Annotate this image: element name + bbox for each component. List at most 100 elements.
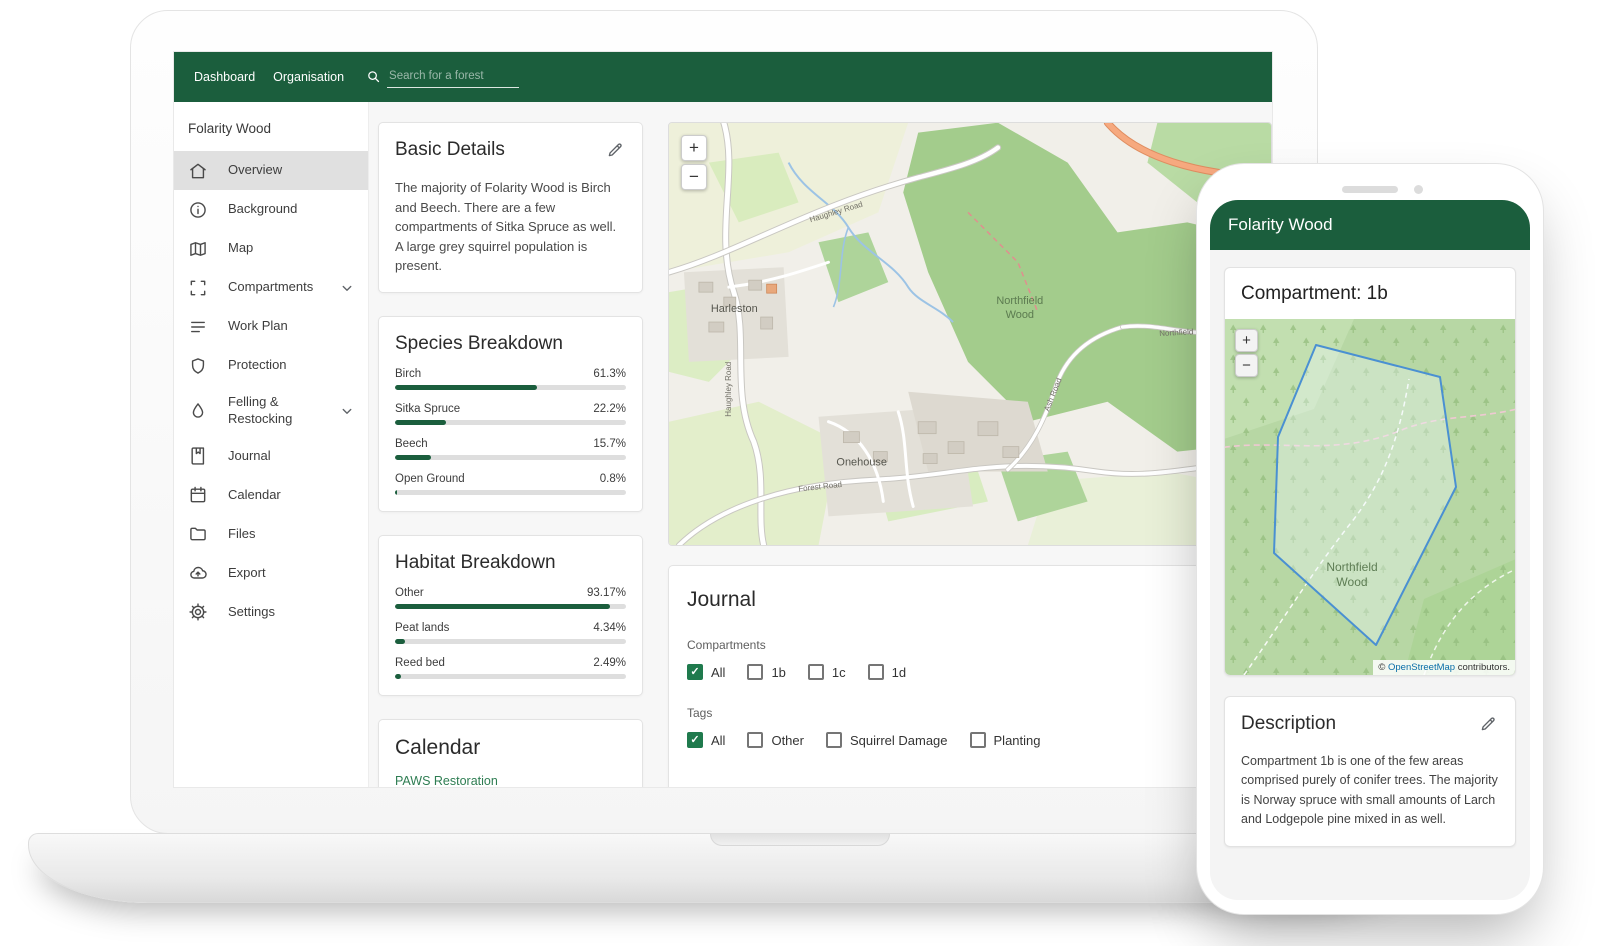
compartment-filter-row: All 1b 1c 1d <box>687 664 1253 680</box>
progress-fill <box>395 455 431 460</box>
sidebar-item-compartments[interactable]: Compartments <box>174 268 368 307</box>
species-value: 15.7% <box>593 438 626 450</box>
map-icon <box>188 239 208 259</box>
forest-search <box>366 67 519 88</box>
sidebar-item-work-plan[interactable]: Work Plan <box>174 307 368 346</box>
progress-fill <box>395 604 610 609</box>
habitat-row: Other93.17% <box>395 587 626 609</box>
sidebar-item-settings[interactable]: Settings <box>174 593 368 632</box>
checkbox-icon <box>687 664 703 680</box>
laptop-screen: Dashboard Organisation Folarity Wood Ove… <box>174 52 1272 787</box>
phone-mockup: Folarity Wood Compartment: 1b <box>1196 163 1544 915</box>
description-text: Compartment 1b is one of the few areas c… <box>1241 752 1499 830</box>
filter-tag-squirrel-damage[interactable]: Squirrel Damage <box>826 732 948 748</box>
list-icon <box>188 317 208 337</box>
sidebar-item-journal[interactable]: Journal <box>174 437 368 476</box>
species-row: Open Ground0.8% <box>395 473 626 495</box>
road-label: Haughley Road <box>724 362 733 417</box>
map-label-onehouse: Onehouse <box>836 457 887 469</box>
basic-details-card: Basic Details The majority of Folarity W… <box>378 122 643 293</box>
stage: Dashboard Organisation Folarity Wood Ove… <box>0 0 1600 946</box>
nav-link-dashboard[interactable]: Dashboard <box>194 70 255 84</box>
filter-compartment-1b[interactable]: 1b <box>747 664 785 680</box>
checkbox-label: Other <box>771 733 804 748</box>
main-content: Basic Details The majority of Folarity W… <box>369 102 1272 787</box>
habitat-row: Peat lands 4.34% <box>395 622 626 644</box>
forest-map[interactable]: Harleston Onehouse Northfield Wood Haugh… <box>668 122 1272 546</box>
sidebar-label: Map <box>228 240 356 257</box>
map-label-wood-line2: Wood <box>1006 309 1034 321</box>
openstreetmap-link[interactable]: OpenStreetMap <box>1388 662 1455 673</box>
sidebar-label: Calendar <box>228 487 356 504</box>
sidebar-item-background[interactable]: Background <box>174 190 368 229</box>
description-card: Description Compartment 1b is one of the… <box>1224 696 1516 847</box>
info-icon <box>188 200 208 220</box>
map-canvas[interactable]: Harleston Onehouse Northfield Wood Haugh… <box>669 123 1271 545</box>
card-title: Habitat Breakdown <box>395 552 626 574</box>
sidebar-item-felling-restocking[interactable]: Felling & Restocking <box>174 385 368 437</box>
filter-tag-all[interactable]: All <box>687 732 725 748</box>
progress-fill <box>395 639 405 644</box>
map-label-harleston: Harleston <box>711 303 758 315</box>
filter-tag-planting[interactable]: Planting <box>970 732 1041 748</box>
shield-icon <box>188 356 208 376</box>
species-label: Open Ground <box>395 473 465 485</box>
map-attribution: © OpenStreetMap contributors. <box>1373 660 1515 675</box>
zoom-in-button[interactable]: + <box>681 135 707 161</box>
right-column: Harleston Onehouse Northfield Wood Haugh… <box>668 122 1272 787</box>
sidebar-item-protection[interactable]: Protection <box>174 346 368 385</box>
zoom-in-button[interactable]: + <box>1235 329 1258 352</box>
habitat-label: Peat lands <box>395 622 449 634</box>
sidebar-label: Felling & Restocking <box>228 394 318 428</box>
folder-icon <box>188 524 208 544</box>
filter-compartment-1d[interactable]: 1d <box>868 664 906 680</box>
sidebar-item-map[interactable]: Map <box>174 229 368 268</box>
progress-fill <box>395 490 397 495</box>
zoom-out-button[interactable]: − <box>681 164 707 190</box>
phone-body: Compartment: 1b <box>1210 250 1530 861</box>
checkbox-icon <box>687 732 703 748</box>
filter-compartment-all[interactable]: All <box>687 664 725 680</box>
search-input[interactable] <box>387 67 519 88</box>
species-label: Sitka Spruce <box>395 403 460 415</box>
calendar-icon <box>188 485 208 505</box>
phone-camera <box>1414 185 1423 194</box>
filter-compartment-1c[interactable]: 1c <box>808 664 846 680</box>
chevron-down-icon[interactable] <box>338 279 356 297</box>
compartment-card: Compartment: 1b <box>1224 267 1516 676</box>
sidebar-item-overview[interactable]: Overview <box>174 151 368 190</box>
calendar-event-link[interactable]: PAWS Restoration <box>395 774 626 788</box>
species-row: Sitka Spruce22.2% <box>395 403 626 425</box>
chevron-down-icon[interactable] <box>338 402 356 420</box>
nav-link-organisation[interactable]: Organisation <box>273 70 344 84</box>
progress-track <box>395 639 626 644</box>
phone-screen: Folarity Wood Compartment: 1b <box>1210 200 1530 900</box>
edit-pencil-icon[interactable] <box>604 139 626 166</box>
sidebar-label: Settings <box>228 604 356 621</box>
sidebar-item-files[interactable]: Files <box>174 515 368 554</box>
compartment-map[interactable]: Northfield Wood + − © OpenStreetMap cont… <box>1225 319 1515 675</box>
progress-fill <box>395 385 537 390</box>
habitat-value: 2.49% <box>593 657 626 669</box>
progress-track <box>395 490 626 495</box>
species-breakdown-card: Species Breakdown Birch61.3% Sitka Spruc… <box>378 316 643 512</box>
droplet-icon <box>188 401 208 421</box>
progress-track <box>395 674 626 679</box>
habitat-value: 4.34% <box>593 622 626 634</box>
sidebar-item-calendar[interactable]: Calendar <box>174 476 368 515</box>
phone-map-canvas[interactable]: Northfield Wood <box>1225 319 1515 675</box>
sidebar: Folarity Wood Overview Background Map Co… <box>174 102 369 787</box>
sidebar-item-export[interactable]: Export <box>174 554 368 593</box>
checkbox-label: Planting <box>994 733 1041 748</box>
phone-map-label-wood-line1: Northfield <box>1326 560 1377 574</box>
zoom-out-button[interactable]: − <box>1235 354 1258 377</box>
species-row: Birch61.3% <box>395 368 626 390</box>
card-title: Calendar <box>395 736 626 760</box>
map-label-wood-line1: Northfield <box>996 295 1043 307</box>
edit-pencil-icon[interactable] <box>1477 713 1499 740</box>
checkbox-label: All <box>711 733 725 748</box>
calendar-card: Calendar PAWS Restoration Deer Control -… <box>378 719 643 788</box>
sidebar-label: Work Plan <box>228 318 356 335</box>
filter-tag-other[interactable]: Other <box>747 732 804 748</box>
progress-track <box>395 455 626 460</box>
